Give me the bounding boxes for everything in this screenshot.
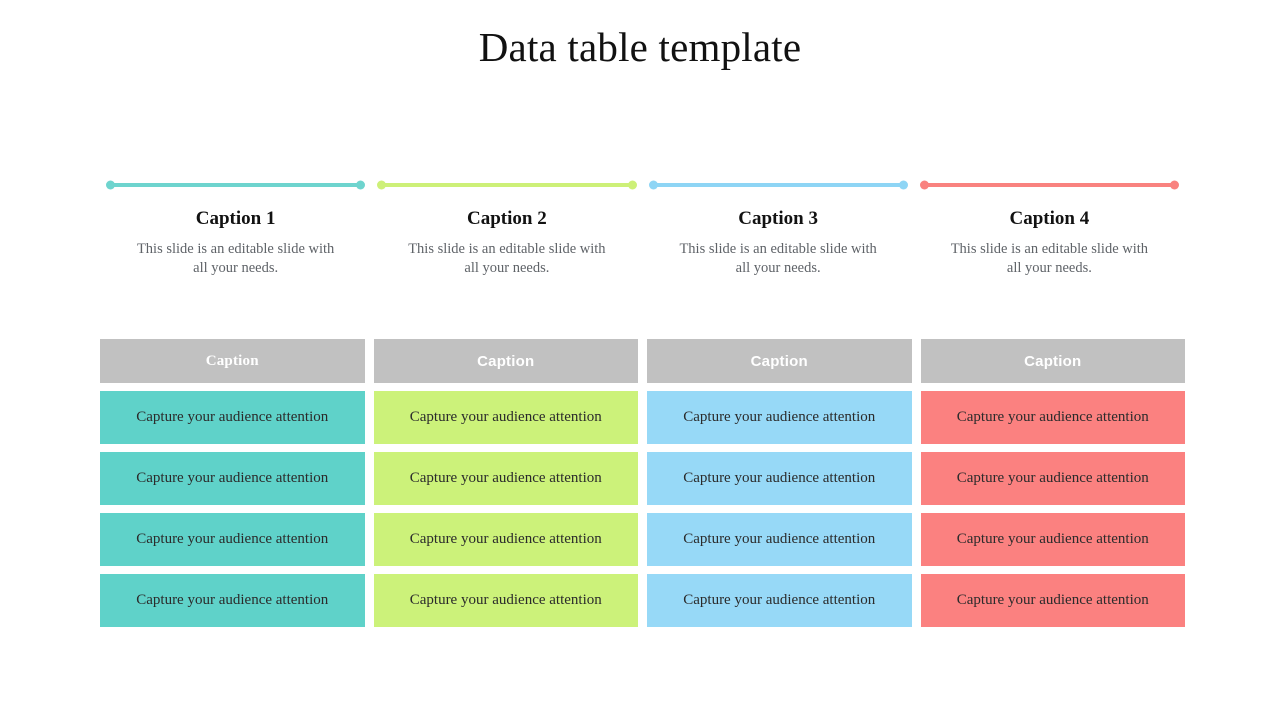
connector-dot-right-4 xyxy=(1170,180,1179,190)
caption-band: Caption 1 This slide is an editable slid… xyxy=(100,178,1185,278)
caption-description-1: This slide is an editable slide with all… xyxy=(136,240,335,276)
table-row: Capture your audience attention xyxy=(100,574,365,627)
table-row: Capture your audience attention xyxy=(647,513,912,566)
caption-description-3: This slide is an editable slide with all… xyxy=(679,240,877,276)
connector-line-1 xyxy=(106,178,366,192)
table-row: Capture your audience attention xyxy=(647,574,912,627)
connector-bar-1 xyxy=(110,183,362,187)
table-row: Capture your audience attention xyxy=(373,513,638,566)
table-row: Capture your audience attention xyxy=(920,391,1185,444)
table-row: Capture your audience attention xyxy=(373,574,638,627)
connector-bar-3 xyxy=(652,183,904,187)
connector-line-4 xyxy=(919,178,1179,192)
caption-description-2: This slide is an editable slide with all… xyxy=(408,240,606,276)
table-row: Capture your audience attention xyxy=(373,391,638,444)
caption-column-1: Caption 1 This slide is an editable slid… xyxy=(100,178,371,278)
table-row: Capture your audience attention xyxy=(100,513,365,566)
caption-title-3: Caption 3 xyxy=(738,208,818,229)
caption-title-2: Caption 2 xyxy=(467,208,547,229)
table-row: Capture your audience attention xyxy=(100,452,365,505)
connector-dot-right-1 xyxy=(356,180,366,190)
caption-title-4: Caption 4 xyxy=(1009,208,1090,229)
table-header-cell-2: Caption xyxy=(373,339,638,383)
table-row: Capture your audience attention xyxy=(100,391,365,444)
connector-bar-2 xyxy=(381,183,633,187)
caption-column-3: Caption 3 This slide is an editable slid… xyxy=(643,178,914,278)
table-row: Capture your audience attention xyxy=(647,391,912,444)
connector-dot-left-4 xyxy=(919,180,929,190)
table-header-cell-3: Caption xyxy=(647,339,912,383)
connector-dot-left-2 xyxy=(377,180,387,190)
table-row: Capture your audience attention xyxy=(373,452,638,505)
table-row: Capture your audience attention xyxy=(920,513,1185,566)
data-table: Caption Caption Caption Caption Capture … xyxy=(100,339,1185,627)
table-grid: Caption Caption Caption Caption Capture … xyxy=(100,339,1185,627)
connector-line-3 xyxy=(648,178,908,192)
caption-title-1: Caption 1 xyxy=(195,208,276,229)
caption-column-4: Caption 4 This slide is an editable slid… xyxy=(914,178,1185,278)
table-row: Capture your audience attention xyxy=(647,452,912,505)
table-row: Capture your audience attention xyxy=(920,452,1185,505)
table-header-cell-1: Caption xyxy=(100,339,365,383)
slide-canvas: Data table template Caption 1 This slide… xyxy=(0,0,1280,720)
connector-dot-right-3 xyxy=(898,180,908,190)
page-title: Data table template xyxy=(478,24,802,70)
connector-line-2 xyxy=(377,178,637,192)
connector-bar-4 xyxy=(923,183,1175,187)
table-header-cell-4: Caption xyxy=(920,339,1185,383)
connector-dot-left-1 xyxy=(106,180,115,190)
connector-dot-right-2 xyxy=(627,180,637,190)
caption-column-2: Caption 2 This slide is an editable slid… xyxy=(371,178,642,278)
table-row: Capture your audience attention xyxy=(920,574,1185,627)
caption-description-4: This slide is an editable slide with all… xyxy=(950,240,1149,276)
connector-dot-left-3 xyxy=(648,180,658,190)
